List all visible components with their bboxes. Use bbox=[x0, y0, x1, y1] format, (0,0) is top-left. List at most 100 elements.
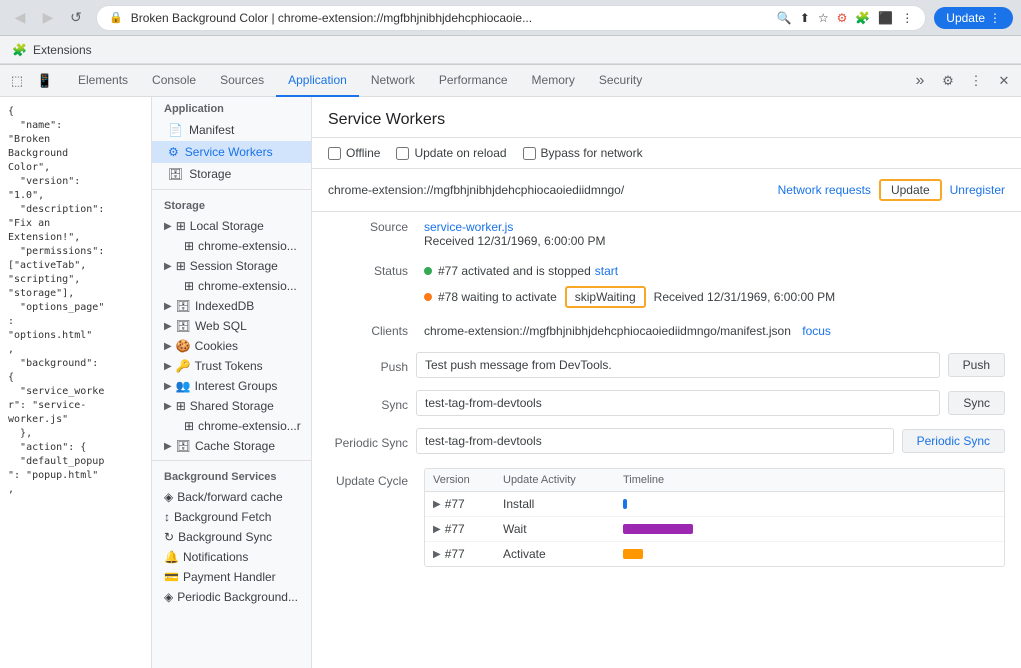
periodic-sync-button[interactable]: Periodic Sync bbox=[902, 429, 1005, 453]
timeline-bar-3 bbox=[623, 549, 643, 559]
sidebar-item-shared-storage-ext[interactable]: ⊞ chrome-extensio...r bbox=[152, 416, 311, 436]
local-storage-ext-icon: ⊞ bbox=[184, 239, 194, 253]
update-dropdown-icon: ⋮ bbox=[989, 11, 1001, 25]
tab-application[interactable]: Application bbox=[276, 65, 359, 97]
session-storage-ext-icon: ⊞ bbox=[184, 279, 194, 293]
puzzle-icon: 🧩 bbox=[855, 11, 870, 25]
chevron-icon-2: ▶ bbox=[433, 524, 441, 535]
forward-button[interactable]: ▶ bbox=[36, 6, 60, 30]
col-timeline: Timeline bbox=[615, 469, 1004, 491]
worker-details: Source service-worker.js Received 12/31/… bbox=[312, 212, 1021, 591]
bypass-network-checkbox[interactable] bbox=[523, 147, 536, 160]
sidebar-item-session-storage-ext[interactable]: ⊞ chrome-extensio... bbox=[152, 276, 311, 296]
manifest-icon: 📄 bbox=[168, 123, 183, 137]
cookies-arrow: ▶ bbox=[164, 341, 172, 352]
close-devtools-button[interactable]: ✕ bbox=[991, 68, 1017, 94]
sidebar-item-bg-fetch[interactable]: ↕ Background Fetch bbox=[152, 507, 311, 527]
timeline-cell-3 bbox=[615, 544, 1004, 564]
periodic-sync-input[interactable] bbox=[416, 428, 894, 454]
bypass-network-checkbox-label[interactable]: Bypass for network bbox=[523, 146, 643, 160]
sidebar-item-cookies[interactable]: ▶ 🍪 Cookies bbox=[152, 336, 311, 356]
tab-performance[interactable]: Performance bbox=[427, 65, 520, 97]
sidebar-item-notifications[interactable]: 🔔 Notifications bbox=[152, 547, 311, 567]
cache-storage-arrow: ▶ bbox=[164, 441, 172, 452]
payment-handler-icon: 💳 bbox=[164, 570, 179, 584]
push-row: Push Push bbox=[328, 346, 1005, 384]
table-row: ▶ #77 Wait bbox=[425, 517, 1004, 542]
offline-checkbox[interactable] bbox=[328, 147, 341, 160]
back-button[interactable]: ◀ bbox=[8, 6, 32, 30]
sidebar-item-service-workers[interactable]: ⚙ Service Workers bbox=[152, 141, 311, 163]
start-link[interactable]: start bbox=[595, 264, 618, 278]
more-options-icon[interactable]: ⋮ bbox=[963, 68, 989, 94]
network-requests-link[interactable]: Network requests bbox=[778, 183, 871, 197]
sidebar-item-cache-storage[interactable]: ▶ 🗄 Cache Storage bbox=[152, 436, 311, 456]
inspect-icon[interactable]: ⬚ bbox=[4, 68, 30, 94]
menu-icon: ⋮ bbox=[901, 11, 913, 25]
clients-row: Clients chrome-extension://mgfbhjnibhjde… bbox=[328, 316, 1005, 346]
extensions-label: Extensions bbox=[33, 43, 92, 57]
session-storage-arrow: ▶ bbox=[164, 261, 172, 272]
devtools-main: { "name": "Broken Background Color", "ve… bbox=[0, 97, 1021, 668]
chevron-icon-3: ▶ bbox=[433, 549, 441, 560]
update-button[interactable]: Update ⋮ bbox=[934, 7, 1013, 29]
sync-input[interactable] bbox=[416, 390, 940, 416]
bookmark-icon: ☆ bbox=[818, 11, 829, 25]
push-input[interactable] bbox=[416, 352, 940, 378]
tab-elements[interactable]: Elements bbox=[66, 65, 140, 97]
settings-icon[interactable]: ⚙ bbox=[935, 68, 961, 94]
worker-url-row: chrome-extension://mgfbhjnibhjdehcphioca… bbox=[312, 169, 1021, 212]
tab-security[interactable]: Security bbox=[587, 65, 654, 97]
nav-buttons: ◀ ▶ ↺ bbox=[8, 6, 88, 30]
sidebar-item-shared-storage[interactable]: ▶ ⊞ Shared Storage bbox=[152, 396, 311, 416]
sidebar-item-local-storage[interactable]: ▶ ⊞ Local Storage bbox=[152, 216, 311, 236]
version-cell-3: ▶ #77 bbox=[425, 542, 495, 566]
tab-network[interactable]: Network bbox=[359, 65, 427, 97]
application-sidebar: Application 📄 Manifest ⚙ Service Workers… bbox=[152, 97, 312, 668]
skip-waiting-button[interactable]: skipWaiting bbox=[565, 286, 646, 308]
sidebar-item-periodic-bg[interactable]: ◈ Periodic Background... bbox=[152, 587, 311, 607]
sidebar-item-session-storage[interactable]: ▶ ⊞ Session Storage bbox=[152, 256, 311, 276]
websql-arrow: ▶ bbox=[164, 321, 172, 332]
service-workers-icon: ⚙ bbox=[168, 145, 179, 159]
profile-icon: ⬛ bbox=[878, 11, 893, 25]
update-on-reload-checkbox[interactable] bbox=[396, 147, 409, 160]
sync-button[interactable]: Sync bbox=[948, 391, 1005, 415]
more-tabs-button[interactable]: » bbox=[907, 68, 933, 94]
activity-cell-3: Activate bbox=[495, 542, 615, 566]
device-icon[interactable]: 📱 bbox=[32, 68, 58, 94]
sidebar-item-back-forward[interactable]: ◈ Back/forward cache bbox=[152, 487, 311, 507]
sidebar-item-interest-groups[interactable]: ▶ 👥 Interest Groups bbox=[152, 376, 311, 396]
version-cell-2: ▶ #77 bbox=[425, 517, 495, 541]
sidebar-item-trust-tokens[interactable]: ▶ 🔑 Trust Tokens bbox=[152, 356, 311, 376]
focus-link[interactable]: focus bbox=[802, 324, 831, 338]
status-77-dot bbox=[424, 267, 432, 275]
address-bar[interactable]: 🔒 Broken Background Color | chrome-exten… bbox=[96, 5, 926, 31]
sidebar-item-local-storage-ext[interactable]: ⊞ chrome-extensio... bbox=[152, 236, 311, 256]
status-78-dot bbox=[424, 293, 432, 301]
worker-actions: Network requests Update Unregister bbox=[778, 179, 1005, 201]
sidebar-item-manifest[interactable]: 📄 Manifest bbox=[152, 119, 311, 141]
col-version: Version bbox=[425, 469, 495, 491]
sidebar-item-storage[interactable]: 🗄 Storage bbox=[152, 163, 311, 185]
sidebar-item-indexeddb[interactable]: ▶ 🗄 IndexedDB bbox=[152, 296, 311, 316]
offline-checkbox-label[interactable]: Offline bbox=[328, 146, 380, 160]
sidebar-item-websql[interactable]: ▶ 🗄 Web SQL bbox=[152, 316, 311, 336]
tab-memory[interactable]: Memory bbox=[520, 65, 587, 97]
json-panel: { "name": "Broken Background Color", "ve… bbox=[0, 97, 152, 668]
sidebar-item-payment-handler[interactable]: 💳 Payment Handler bbox=[152, 567, 311, 587]
indexeddb-arrow: ▶ bbox=[164, 301, 172, 312]
status-78-text: #78 waiting to activate bbox=[438, 290, 557, 304]
tab-console[interactable]: Console bbox=[140, 65, 208, 97]
tab-sources[interactable]: Sources bbox=[208, 65, 276, 97]
unregister-link[interactable]: Unregister bbox=[950, 183, 1005, 197]
timeline-bar-1 bbox=[623, 499, 627, 509]
devtools: ⬚ 📱 Elements Console Sources Application… bbox=[0, 64, 1021, 668]
update-worker-button[interactable]: Update bbox=[879, 179, 942, 201]
update-on-reload-checkbox-label[interactable]: Update on reload bbox=[396, 146, 506, 160]
back-forward-icon: ◈ bbox=[164, 490, 173, 504]
sidebar-item-bg-sync[interactable]: ↻ Background Sync bbox=[152, 527, 311, 547]
push-button[interactable]: Push bbox=[948, 353, 1005, 377]
reload-button[interactable]: ↺ bbox=[64, 6, 88, 30]
source-file-link[interactable]: service-worker.js bbox=[424, 220, 513, 234]
